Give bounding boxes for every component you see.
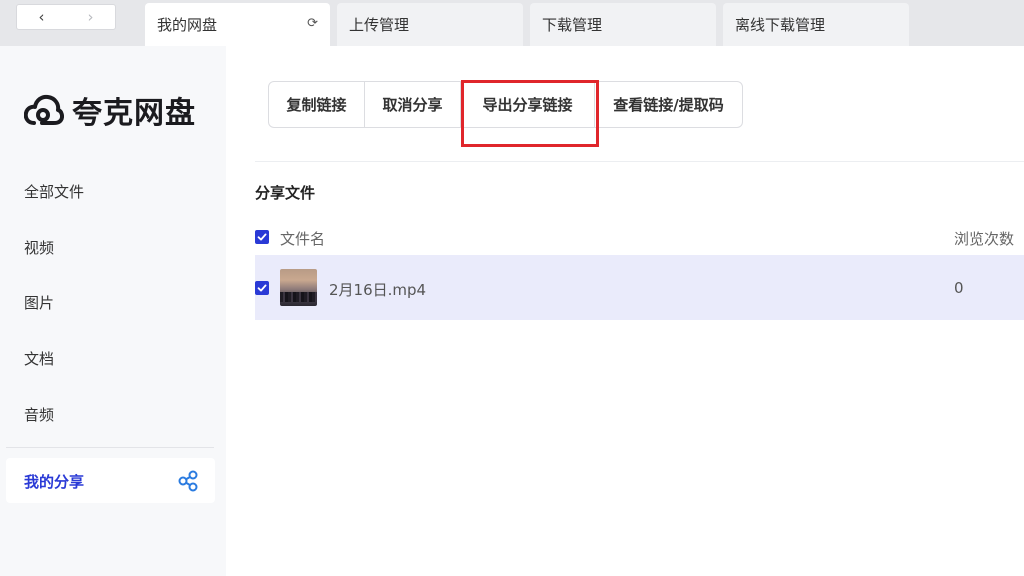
tab-label: 上传管理: [349, 16, 410, 34]
sidebar-item-label: 我的分享: [24, 473, 85, 491]
sidebar-item-documents[interactable]: 文档: [24, 348, 54, 369]
tab-upload-manager[interactable]: 上传管理: [337, 3, 523, 46]
checkmark-icon: [257, 284, 267, 292]
select-all-checkbox[interactable]: [255, 230, 269, 244]
column-header-views[interactable]: 浏览次数: [954, 228, 1014, 249]
divider: [255, 161, 1024, 162]
tab-label: 下载管理: [542, 16, 603, 34]
sidebar-item-images[interactable]: 图片: [24, 292, 54, 313]
share-icon: [178, 470, 198, 492]
section-title: 分享文件: [255, 184, 316, 202]
view-count: 0: [954, 279, 964, 297]
sidebar-divider: [6, 447, 214, 448]
sidebar-item-all-files[interactable]: 全部文件: [24, 181, 84, 202]
back-button[interactable]: ‹: [17, 5, 66, 29]
file-name[interactable]: 2月16日.mp4: [329, 279, 426, 300]
highlight-box: [461, 80, 599, 147]
view-link-code-button[interactable]: 查看链接/提取码: [595, 82, 742, 127]
app-logo: 夸克网盘: [24, 88, 196, 132]
sidebar-item-audio[interactable]: 音频: [24, 404, 54, 425]
checkmark-icon: [257, 233, 267, 241]
tab-label: 离线下载管理: [735, 16, 826, 34]
app-name: 夸克网盘: [72, 96, 196, 131]
sidebar-item-my-shares[interactable]: 我的分享: [6, 458, 215, 503]
cancel-share-button[interactable]: 取消分享: [365, 82, 461, 127]
column-header-name[interactable]: 文件名: [280, 228, 325, 249]
sidebar-item-videos[interactable]: 视频: [24, 237, 54, 258]
tab-my-drive[interactable]: 我的网盘 ⟳: [145, 3, 330, 46]
tab-label: 我的网盘: [157, 16, 218, 34]
top-tab-bar: ‹ › 我的网盘 ⟳ 上传管理 下载管理 离线下载管理: [0, 0, 1024, 46]
history-nav: ‹ ›: [16, 4, 116, 30]
refresh-icon[interactable]: ⟳: [307, 16, 318, 31]
copy-link-button[interactable]: 复制链接: [269, 82, 365, 127]
row-checkbox[interactable]: [255, 281, 269, 295]
tab-offline-download-manager[interactable]: 离线下载管理: [723, 3, 909, 46]
forward-button[interactable]: ›: [66, 5, 115, 29]
sidebar: 夸克网盘 全部文件 视频 图片 文档 音频 我的分享: [0, 46, 226, 576]
tab-download-manager[interactable]: 下载管理: [530, 3, 716, 46]
video-thumbnail: [280, 269, 317, 306]
cloud-logo-icon: [24, 94, 64, 125]
